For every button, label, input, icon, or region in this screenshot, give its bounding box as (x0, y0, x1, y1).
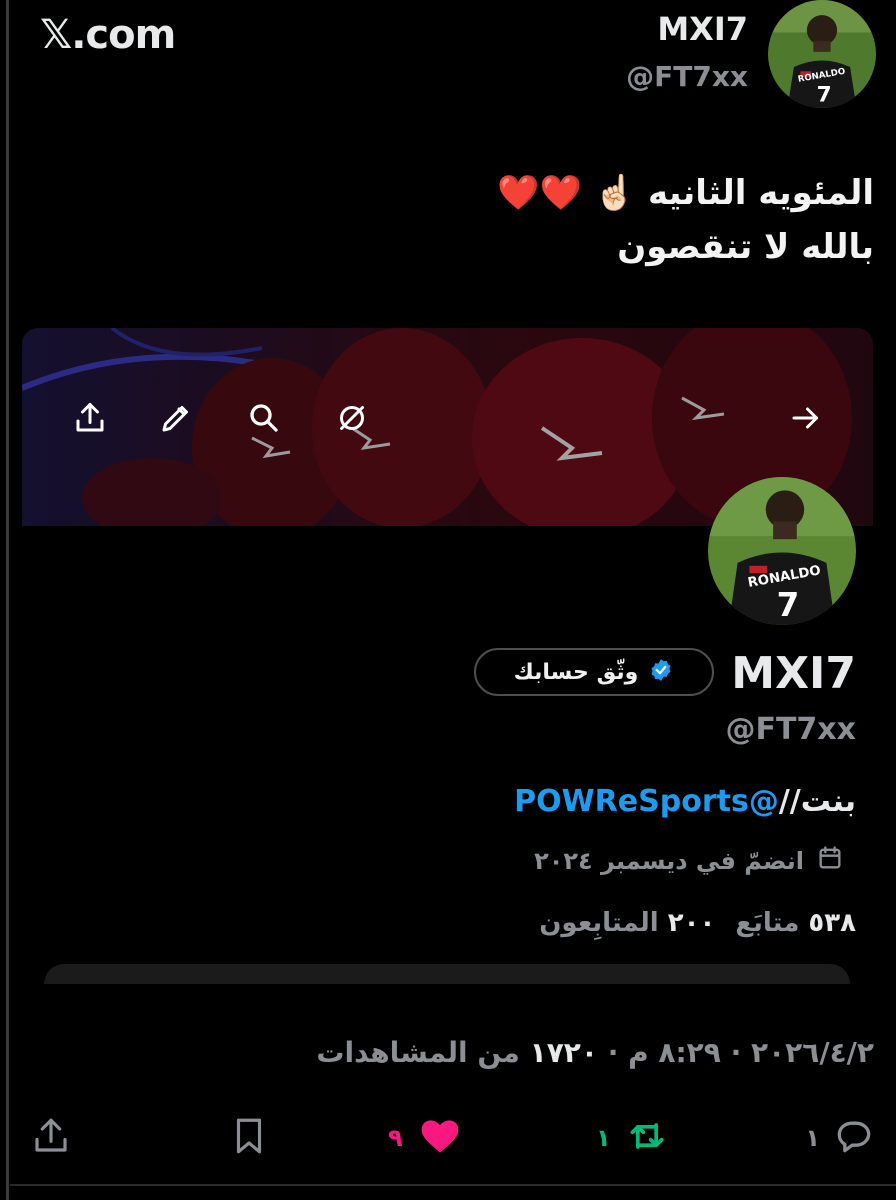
bookmark-icon (228, 1114, 270, 1162)
reply-button[interactable]: ١ (805, 1110, 876, 1166)
site-label: 𝕏.com (40, 12, 176, 58)
tweet-date: ٢٠٢٦/٤/٢ (751, 1036, 874, 1069)
search-icon[interactable] (246, 400, 282, 436)
views-count: ١٧٢٠ (529, 1036, 598, 1069)
author-handle[interactable]: @FT7xx (626, 60, 748, 93)
share-icon (30, 1114, 72, 1162)
meta-separator: · (730, 1036, 742, 1069)
bio-prefix: بنت// (778, 784, 856, 819)
verified-badge-icon (648, 657, 674, 687)
joined-label: انضمّ في ديسمبر ٢٠٢٤ (534, 847, 804, 875)
tweet-line-1: المئويه الثانيه (648, 173, 874, 213)
jersey-number-text: 7 (777, 586, 800, 624)
tweet-time: ٨:٢٩ م (628, 1036, 721, 1069)
arrow-right-icon[interactable] (788, 400, 824, 436)
profile-avatar[interactable]: RONALDO 7 (708, 477, 856, 625)
action-bar: ١ ١ ٩ (0, 1110, 896, 1166)
edit-icon[interactable] (158, 400, 194, 436)
no-filter-icon[interactable] (334, 400, 370, 436)
pointing-up-emoji: ☝🏻 (593, 173, 637, 213)
profile-bio: بنت//@POWReSports (514, 784, 856, 819)
tweet-meta: ٢٠٢٦/٤/٢ · ٨:٢٩ م · ١٧٢٠ من المشاهدات (316, 1036, 874, 1069)
views-label: من المشاهدات (316, 1036, 520, 1069)
share-icon[interactable] (72, 400, 108, 436)
following-stat[interactable]: ٥٣٨ متابَع (735, 908, 856, 938)
joined-date: انضمّ في ديسمبر ٢٠٢٤ (534, 844, 844, 878)
like-count: ٩ (388, 1124, 403, 1152)
profile-name[interactable]: MXI7 (731, 648, 856, 699)
bookmark-button[interactable] (228, 1110, 270, 1166)
share-tweet-button[interactable] (30, 1110, 72, 1166)
hearts-emoji: ❤️❤️ (497, 173, 582, 213)
jersey-number-text: 7 (817, 83, 832, 108)
profile-handle[interactable]: @FT7xx (725, 712, 856, 747)
profile-stats: ٥٣٨ متابَع ٢٠٠ المتابِعون (539, 908, 856, 938)
card-bottom-edge (44, 964, 850, 984)
tweet-line-2: بالله لا تنقصون (617, 227, 874, 267)
followers-stat[interactable]: ٢٠٠ المتابِعون (539, 908, 715, 938)
reply-icon (832, 1114, 876, 1162)
verify-account-label: وثّق حسابك (513, 659, 639, 685)
left-border (6, 0, 9, 1200)
bio-mention-link[interactable]: @POWReSports (514, 784, 779, 819)
author-name[interactable]: MXI7 (657, 10, 748, 48)
retweet-button[interactable]: ١ (596, 1110, 671, 1166)
bottom-divider (10, 1184, 896, 1186)
retweet-count: ١ (596, 1124, 611, 1152)
author-avatar[interactable]: RONALDO 7 (768, 0, 876, 108)
heart-icon (415, 1114, 465, 1162)
meta-separator: · (607, 1036, 619, 1069)
retweet-icon (623, 1114, 671, 1162)
like-button[interactable]: ٩ (388, 1110, 465, 1166)
reply-count: ١ (805, 1124, 820, 1152)
calendar-icon (816, 844, 844, 878)
verify-account-button[interactable]: وثّق حسابك (474, 648, 714, 696)
tweet-text: المئويه الثانيه ☝🏻 ❤️❤️ بالله لا تنقصون (114, 166, 874, 274)
